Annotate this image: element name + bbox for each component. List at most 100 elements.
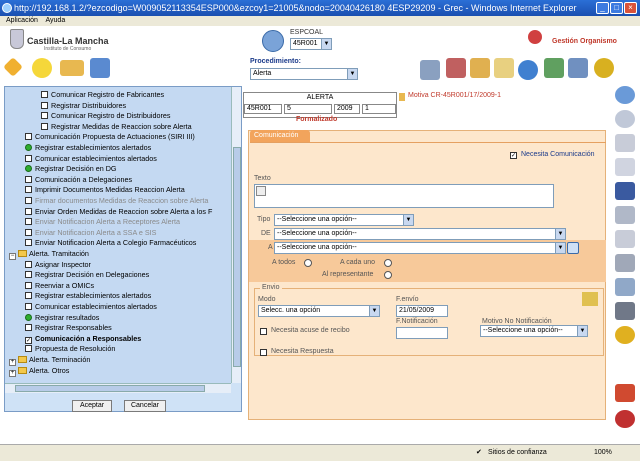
al-representante-radio[interactable]	[384, 271, 392, 279]
gestion-organismo-link[interactable]: Gestión Organismo	[552, 38, 617, 45]
done-icon[interactable]	[25, 313, 32, 321]
tree-item[interactable]: Enviar Orden Medidas de Reaccion sobre A…	[25, 207, 212, 217]
tree-item[interactable]: Registrar Distribuidores	[41, 101, 126, 111]
lightbulb-icon[interactable]	[32, 58, 52, 78]
tree-item[interactable]: Registrar Responsables	[25, 323, 112, 333]
envelope-icon[interactable]	[494, 58, 514, 78]
zoom-level[interactable]: 100%	[594, 445, 612, 461]
tree-item[interactable]: Firmar documentos Medidas de Reaccion so…	[25, 196, 208, 206]
tree-item[interactable]: Reenviar a OMICs	[25, 281, 94, 291]
acuse-checkbox[interactable]	[260, 328, 267, 335]
tree-item[interactable]: Registrar Medidas de Reaccion sobre Aler…	[41, 122, 192, 132]
tree-item[interactable]: Propuesta de Resolución	[25, 344, 115, 354]
close-button[interactable]: ×	[624, 2, 637, 14]
tree-item[interactable]: Registrar Decisión en DG	[25, 164, 117, 174]
edit-text-icon[interactable]	[256, 186, 266, 196]
scroll-thumb[interactable]	[233, 147, 241, 367]
done-icon[interactable]	[25, 165, 32, 173]
task-checkbox[interactable]	[25, 197, 32, 204]
modo-select[interactable]: Selecc. una opción ▼	[258, 305, 380, 317]
necesita-comunicacion-checkbox[interactable]	[510, 152, 517, 159]
task-checkbox[interactable]	[25, 271, 32, 279]
save-icon[interactable]	[615, 182, 635, 200]
menu-aplicacion[interactable]: Aplicación	[6, 17, 38, 24]
scroll-thumb-h[interactable]	[15, 385, 205, 392]
back-icon[interactable]	[615, 110, 635, 128]
tree-item[interactable]: Comunicar establecimientos alertados	[25, 302, 157, 312]
motiva-link[interactable]: Motiva CR-45R001/17/2009-1	[408, 92, 501, 99]
task-checkbox[interactable]	[41, 122, 48, 130]
tree-item[interactable]: Comunicación Propuesta de Actuaciones (S…	[25, 132, 195, 142]
laptop-icon[interactable]	[420, 60, 440, 80]
menu-ayuda[interactable]: Ayuda	[45, 17, 65, 24]
printer-icon[interactable]	[615, 302, 635, 320]
computer-icon[interactable]	[90, 58, 110, 78]
pages-icon[interactable]	[615, 158, 635, 176]
folder-icon[interactable]	[60, 60, 84, 76]
procedimiento-select[interactable]: Alerta ▼	[250, 68, 358, 80]
stats-icon[interactable]	[544, 58, 564, 78]
tree-item[interactable]: Enviar Notificacion Alerta a Receptores …	[25, 217, 180, 227]
minimize-button[interactable]: _	[596, 2, 609, 14]
building-icon[interactable]	[470, 58, 490, 78]
task-checkbox[interactable]	[25, 175, 32, 183]
tree-item[interactable]: Comunicar establecimientos alertados	[25, 154, 157, 164]
globe-icon[interactable]	[518, 60, 538, 80]
task-checkbox[interactable]	[41, 101, 48, 109]
tree-item[interactable]: Imprimir Documentos Medidas Reaccion Ale…	[25, 185, 185, 195]
paste-icon[interactable]	[615, 254, 635, 272]
search-icon[interactable]	[567, 242, 579, 254]
tree-item[interactable]: Comunicación a Delegaciones	[25, 175, 132, 185]
cancel-button[interactable]: Cancelar	[124, 400, 166, 412]
task-checkbox[interactable]	[25, 292, 32, 300]
fnotificacion-input[interactable]	[396, 327, 448, 339]
tree-item[interactable]: Registrar establecimientos alertados	[25, 143, 151, 153]
task-checkbox[interactable]	[41, 112, 48, 120]
task-checkbox[interactable]	[25, 345, 32, 353]
copy-icon[interactable]	[615, 230, 635, 248]
page-icon[interactable]	[615, 134, 635, 152]
magnifier-icon[interactable]	[615, 86, 635, 104]
maximize-button[interactable]: □	[610, 2, 623, 14]
user-select[interactable]: 45R001 ▼	[290, 38, 332, 50]
accept-button[interactable]: Aceptar	[72, 400, 112, 412]
gears-icon[interactable]	[594, 58, 614, 78]
task-checkbox[interactable]	[25, 133, 32, 141]
tree-item[interactable]: Comunicar Registro de Fabricantes	[41, 90, 164, 100]
task-checkbox[interactable]	[41, 91, 48, 98]
tree-item[interactable]: Enviar Notificacion Alerta a SSA e SIS	[25, 228, 156, 238]
print-preview-icon[interactable]	[615, 278, 635, 296]
books-icon[interactable]	[446, 58, 466, 78]
task-checkbox[interactable]	[25, 324, 32, 332]
tree-item[interactable]: Registrar resultados	[25, 313, 99, 323]
tree-item[interactable]: Enviar Notificacion Alerta a Colegio Far…	[25, 238, 196, 248]
task-checkbox[interactable]	[25, 207, 32, 215]
exit-icon[interactable]	[615, 410, 635, 428]
tree-horizontal-scrollbar[interactable]	[5, 383, 231, 393]
task-checkbox[interactable]	[25, 186, 32, 194]
tree-item[interactable]: Comunicación a Responsables	[25, 334, 141, 344]
a-select[interactable]: --Seleccione una opción-- ▼	[274, 242, 566, 254]
task-checkbox[interactable]	[25, 239, 32, 247]
task-checkbox[interactable]	[25, 303, 32, 310]
tree-item[interactable]: Comunicar Registro de Distribuidores	[41, 111, 170, 121]
tree-item[interactable]: Registrar Decisión en Delegaciones	[25, 270, 149, 280]
tools-icon[interactable]	[615, 384, 635, 402]
tree-item[interactable]: − Alerta. Tramitación	[9, 249, 89, 260]
task-checkbox[interactable]	[25, 260, 32, 268]
fenvio-input[interactable]: 21/05/2009	[396, 305, 448, 317]
task-checkbox[interactable]	[25, 154, 32, 162]
tree-item[interactable]: Registrar establecimientos alertados	[25, 291, 151, 301]
tree-item[interactable]: Asignar Inspector	[25, 260, 91, 270]
respuesta-checkbox[interactable]	[260, 349, 267, 356]
tree-item[interactable]: + Alerta. Otros	[9, 366, 69, 377]
task-checkbox[interactable]	[25, 281, 32, 289]
tab-comunicacion[interactable]: Comunicación	[250, 130, 310, 142]
cut-icon[interactable]	[615, 206, 635, 224]
done-icon[interactable]	[25, 144, 32, 151]
a-cada-uno-radio[interactable]	[384, 259, 392, 267]
a-todos-radio[interactable]	[304, 259, 312, 267]
settings-icon[interactable]	[615, 326, 635, 344]
tipo-select[interactable]: --Seleccione una opción-- ▼	[274, 214, 414, 226]
task-checkbox[interactable]	[25, 228, 32, 236]
